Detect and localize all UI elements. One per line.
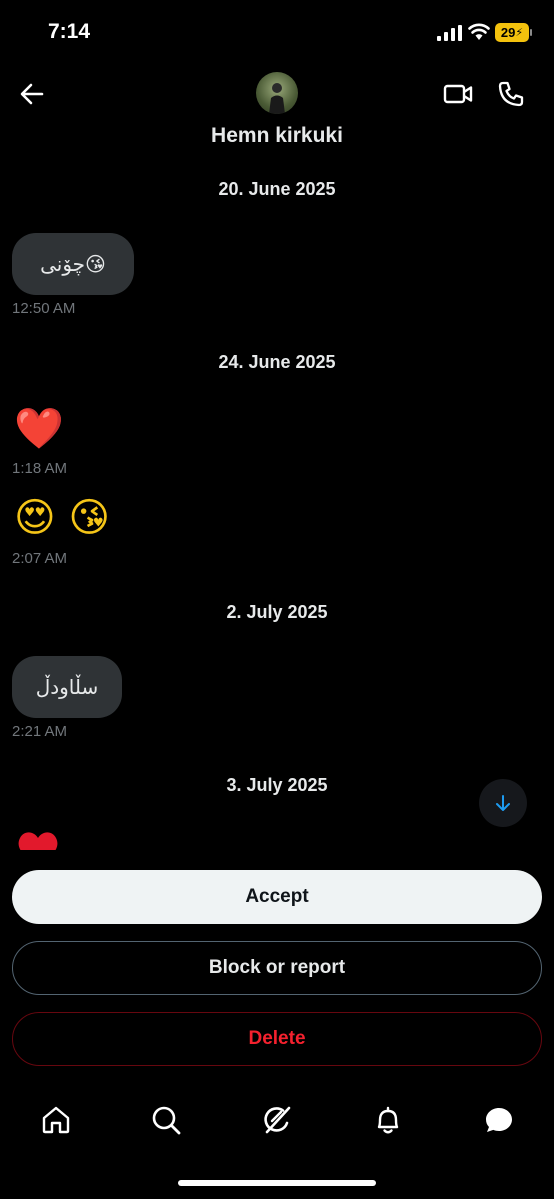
battery-cap	[530, 29, 532, 36]
messages-icon[interactable]	[483, 1104, 515, 1136]
delete-label: Delete	[248, 1028, 306, 1049]
heart-emoji[interactable]	[14, 828, 62, 850]
status-time: 7:14	[48, 20, 91, 43]
message-time: 2:07 AM	[12, 550, 68, 567]
emoji-message[interactable]: 😍 😘	[14, 498, 110, 538]
battery-icon: 29 ⚡	[495, 23, 529, 42]
message-time: 2:21 AM	[12, 723, 68, 740]
message-bubble[interactable]: چۆنی😘	[12, 233, 134, 295]
home-icon[interactable]	[40, 1104, 72, 1136]
message-bubble[interactable]: سڵاودڵ	[12, 656, 122, 718]
date-separator: 3. July 2025	[226, 775, 328, 795]
search-icon[interactable]	[150, 1104, 182, 1136]
arrow-down-icon	[496, 795, 510, 811]
date-separator: 24. June 2025	[218, 352, 336, 372]
status-bar: 7:14 29 ⚡	[0, 0, 554, 66]
emoji-message[interactable]: ❤️	[14, 409, 64, 449]
contact-name[interactable]: Hemn kirkuki	[0, 124, 554, 148]
back-arrow-icon[interactable]	[18, 80, 46, 108]
avatar[interactable]	[256, 72, 298, 114]
block-or-report-button[interactable]: Block or report	[12, 941, 542, 995]
scroll-to-bottom-button[interactable]	[479, 779, 527, 827]
signal-icon	[437, 25, 462, 41]
battery-level: 29	[500, 25, 516, 40]
grok-icon[interactable]	[261, 1104, 293, 1136]
phone-call-icon[interactable]	[497, 80, 525, 108]
delete-button[interactable]: Delete	[12, 1012, 542, 1066]
message-time: 1:18 AM	[12, 460, 68, 477]
accept-label: Accept	[245, 886, 309, 907]
wifi-icon	[468, 23, 490, 40]
date-separator: 20. June 2025	[218, 179, 336, 199]
block-label: Block or report	[208, 957, 346, 978]
date-separator: 2. July 2025	[226, 602, 328, 622]
accept-button[interactable]: Accept	[12, 870, 542, 924]
message-time: 12:50 AM	[12, 300, 76, 317]
bell-icon[interactable]	[372, 1104, 404, 1136]
home-indicator	[178, 1180, 376, 1186]
video-call-icon[interactable]	[443, 80, 473, 108]
conversation-header: Hemn kirkuki	[0, 66, 554, 166]
message-text: سڵاودڵ	[35, 675, 99, 699]
message-list[interactable]: 20. June 2025 چۆنی😘 12:50 AM 24. June 20…	[0, 166, 554, 850]
message-text: چۆنی😘	[40, 252, 106, 276]
